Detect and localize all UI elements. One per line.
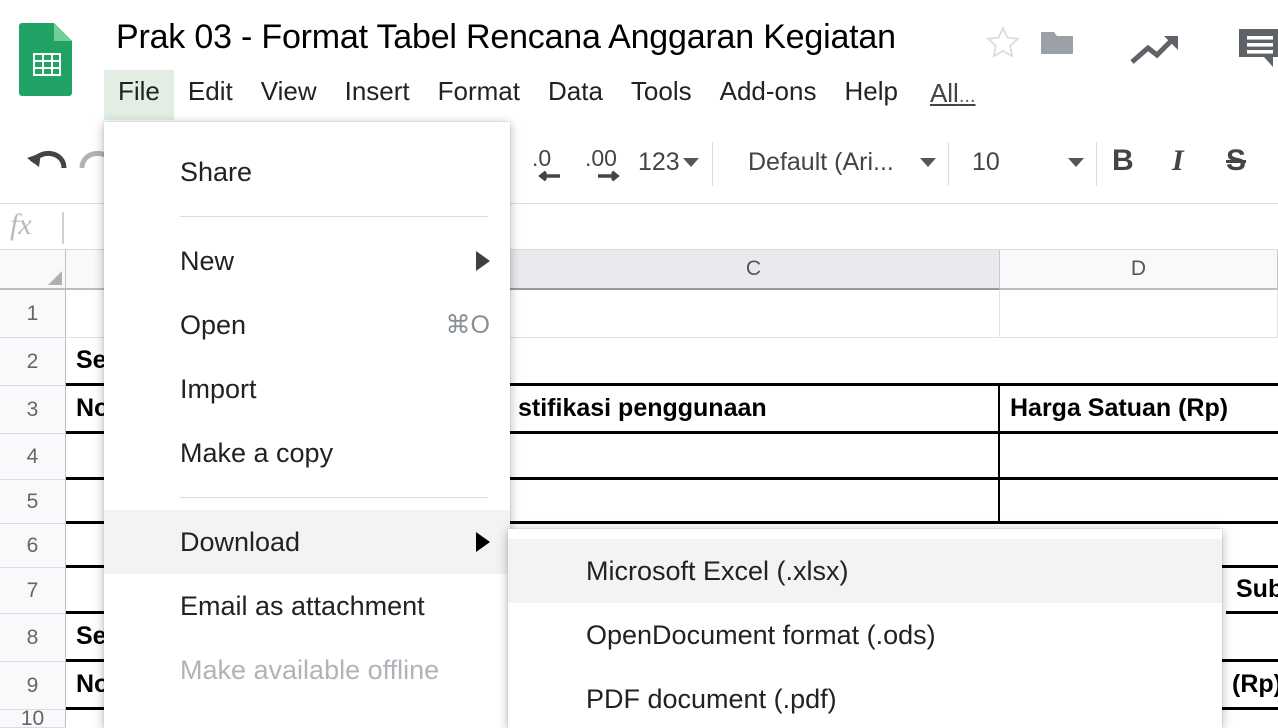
menu-item-import[interactable]: Import <box>104 357 510 421</box>
menu-item-open[interactable]: Open ⌘O <box>104 293 510 357</box>
menu-item-make-a-copy[interactable]: Make a copy <box>104 421 510 485</box>
row-header-10[interactable]: 10 <box>0 707 66 728</box>
cell-c1[interactable] <box>508 290 1000 338</box>
row-header-1[interactable]: 1 <box>0 290 66 338</box>
all-changes-ellipsis: ... <box>958 85 976 107</box>
bold-button[interactable]: B <box>1112 144 1134 178</box>
star-icon[interactable] <box>984 24 1022 62</box>
menu-divider <box>180 216 488 217</box>
menu-item-label: Import <box>180 373 257 404</box>
comment-icon[interactable] <box>1236 26 1278 70</box>
menu-view[interactable]: View <box>247 70 331 120</box>
chevron-down-icon <box>920 158 936 167</box>
chevron-right-icon <box>476 251 490 271</box>
menu-item-label: Email as attachment <box>180 590 425 621</box>
cell-e9[interactable]: (Rp) <box>1222 662 1278 710</box>
cell-c2[interactable] <box>508 338 1000 386</box>
font-family-dropdown[interactable]: Default (Ari... <box>748 148 936 177</box>
row-header-3[interactable]: 3 <box>0 386 66 434</box>
increase-decimal-icon[interactable]: .00 <box>584 142 632 188</box>
formula-bar-divider <box>62 212 64 244</box>
submenu-item-label: OpenDocument format (.ods) <box>586 619 936 650</box>
trending-up-icon[interactable] <box>1128 32 1186 70</box>
cell-d5[interactable] <box>1000 480 1278 524</box>
row-header-7[interactable]: 7 <box>0 568 66 614</box>
submenu-item-pdf[interactable]: PDF document (.pdf) <box>508 667 1222 728</box>
cell-d2[interactable] <box>1000 338 1278 386</box>
toolbar-divider <box>1096 142 1097 186</box>
font-size-dropdown[interactable]: 10 <box>972 148 1084 177</box>
menu-addons[interactable]: Add-ons <box>706 70 831 120</box>
menu-insert[interactable]: Insert <box>331 70 424 120</box>
number-format-dropdown[interactable]: 123 <box>638 148 699 177</box>
google-sheets-window: Prak 03 - Format Tabel Rencana Anggaran … <box>0 0 1278 728</box>
document-title[interactable]: Prak 03 - Format Tabel Rencana Anggaran … <box>116 18 896 57</box>
menu-file[interactable]: File <box>104 70 174 120</box>
row-header-4[interactable]: 4 <box>0 434 66 480</box>
menu-bar: File Edit View Insert Format Data Tools … <box>104 70 982 122</box>
cell-c3[interactable]: stifikasi penggunaan <box>508 386 1000 434</box>
cell-d1[interactable] <box>1000 290 1278 338</box>
svg-text:.00: .00 <box>585 145 617 171</box>
menu-data[interactable]: Data <box>534 70 617 120</box>
app-header: Prak 03 - Format Tabel Rencana Anggaran … <box>0 0 1278 122</box>
menu-item-share[interactable]: Share <box>104 140 510 204</box>
menu-item-label: New <box>180 245 235 276</box>
menu-divider <box>180 497 488 498</box>
all-changes-saved-link[interactable]: All... <box>912 70 982 125</box>
number-format-label: 123 <box>638 148 680 176</box>
file-menu-dropdown: Share New Open ⌘O Import Make a copy Dow… <box>104 122 510 728</box>
undo-icon[interactable] <box>24 144 70 186</box>
row-header-5[interactable]: 5 <box>0 480 66 524</box>
folder-icon[interactable] <box>1038 24 1076 62</box>
row-header-9[interactable]: 9 <box>0 662 66 710</box>
row-header-6[interactable]: 6 <box>0 524 66 568</box>
menu-item-label: Make available offline <box>180 654 440 685</box>
menu-item-download[interactable]: Download <box>104 510 510 574</box>
menu-item-label: Share <box>180 156 253 187</box>
google-sheets-logo[interactable] <box>16 20 78 96</box>
all-changes-label: All <box>929 78 959 108</box>
row-header-8[interactable]: 8 <box>0 614 66 662</box>
chevron-right-icon <box>476 532 490 552</box>
menu-edit[interactable]: Edit <box>174 70 247 120</box>
row-header-2[interactable]: 2 <box>0 338 66 386</box>
menu-item-make-available-offline: Make available offline <box>104 638 510 702</box>
select-all-corner[interactable] <box>0 250 66 290</box>
chevron-down-icon <box>1068 158 1084 167</box>
column-header-c[interactable]: C <box>508 250 1000 290</box>
submenu-item-microsoft-excel[interactable]: Microsoft Excel (.xlsx) <box>508 539 1222 603</box>
italic-button[interactable]: I <box>1172 144 1184 178</box>
column-header-d[interactable]: D <box>1000 250 1278 290</box>
chevron-down-icon <box>682 158 699 167</box>
cell-d3[interactable]: Harga Satuan (Rp) <box>1000 386 1278 434</box>
strikethrough-button[interactable]: S <box>1226 144 1246 178</box>
menu-format[interactable]: Format <box>424 70 534 120</box>
menu-item-label: Open <box>180 309 247 340</box>
menu-help[interactable]: Help <box>830 70 911 120</box>
download-submenu: Microsoft Excel (.xlsx) OpenDocument for… <box>508 529 1222 728</box>
submenu-item-label: PDF document (.pdf) <box>586 683 837 714</box>
menu-item-shortcut: ⌘O <box>445 311 490 339</box>
font-family-label: Default (Ari... <box>748 148 894 176</box>
menu-item-label: Download <box>180 526 301 557</box>
submenu-item-label: Microsoft Excel (.xlsx) <box>586 555 849 586</box>
font-size-label: 10 <box>972 148 1000 176</box>
menu-item-new[interactable]: New <box>104 229 510 293</box>
fx-icon: fx <box>10 208 32 241</box>
cell-c5[interactable] <box>508 480 1000 524</box>
svg-text:.0: .0 <box>532 145 551 171</box>
cell-c4[interactable] <box>508 434 1000 480</box>
toolbar-divider <box>948 142 949 186</box>
toolbar-divider <box>712 142 713 186</box>
menu-tools[interactable]: Tools <box>617 70 706 120</box>
submenu-item-opendocument[interactable]: OpenDocument format (.ods) <box>508 603 1222 667</box>
cell-e7[interactable]: Sub <box>1226 568 1278 614</box>
cell-d4[interactable] <box>1000 434 1278 480</box>
decrease-decimal-icon[interactable]: .0 <box>530 142 574 188</box>
menu-item-label: Make a copy <box>180 437 334 468</box>
menu-item-email-as-attachment[interactable]: Email as attachment <box>104 574 510 638</box>
